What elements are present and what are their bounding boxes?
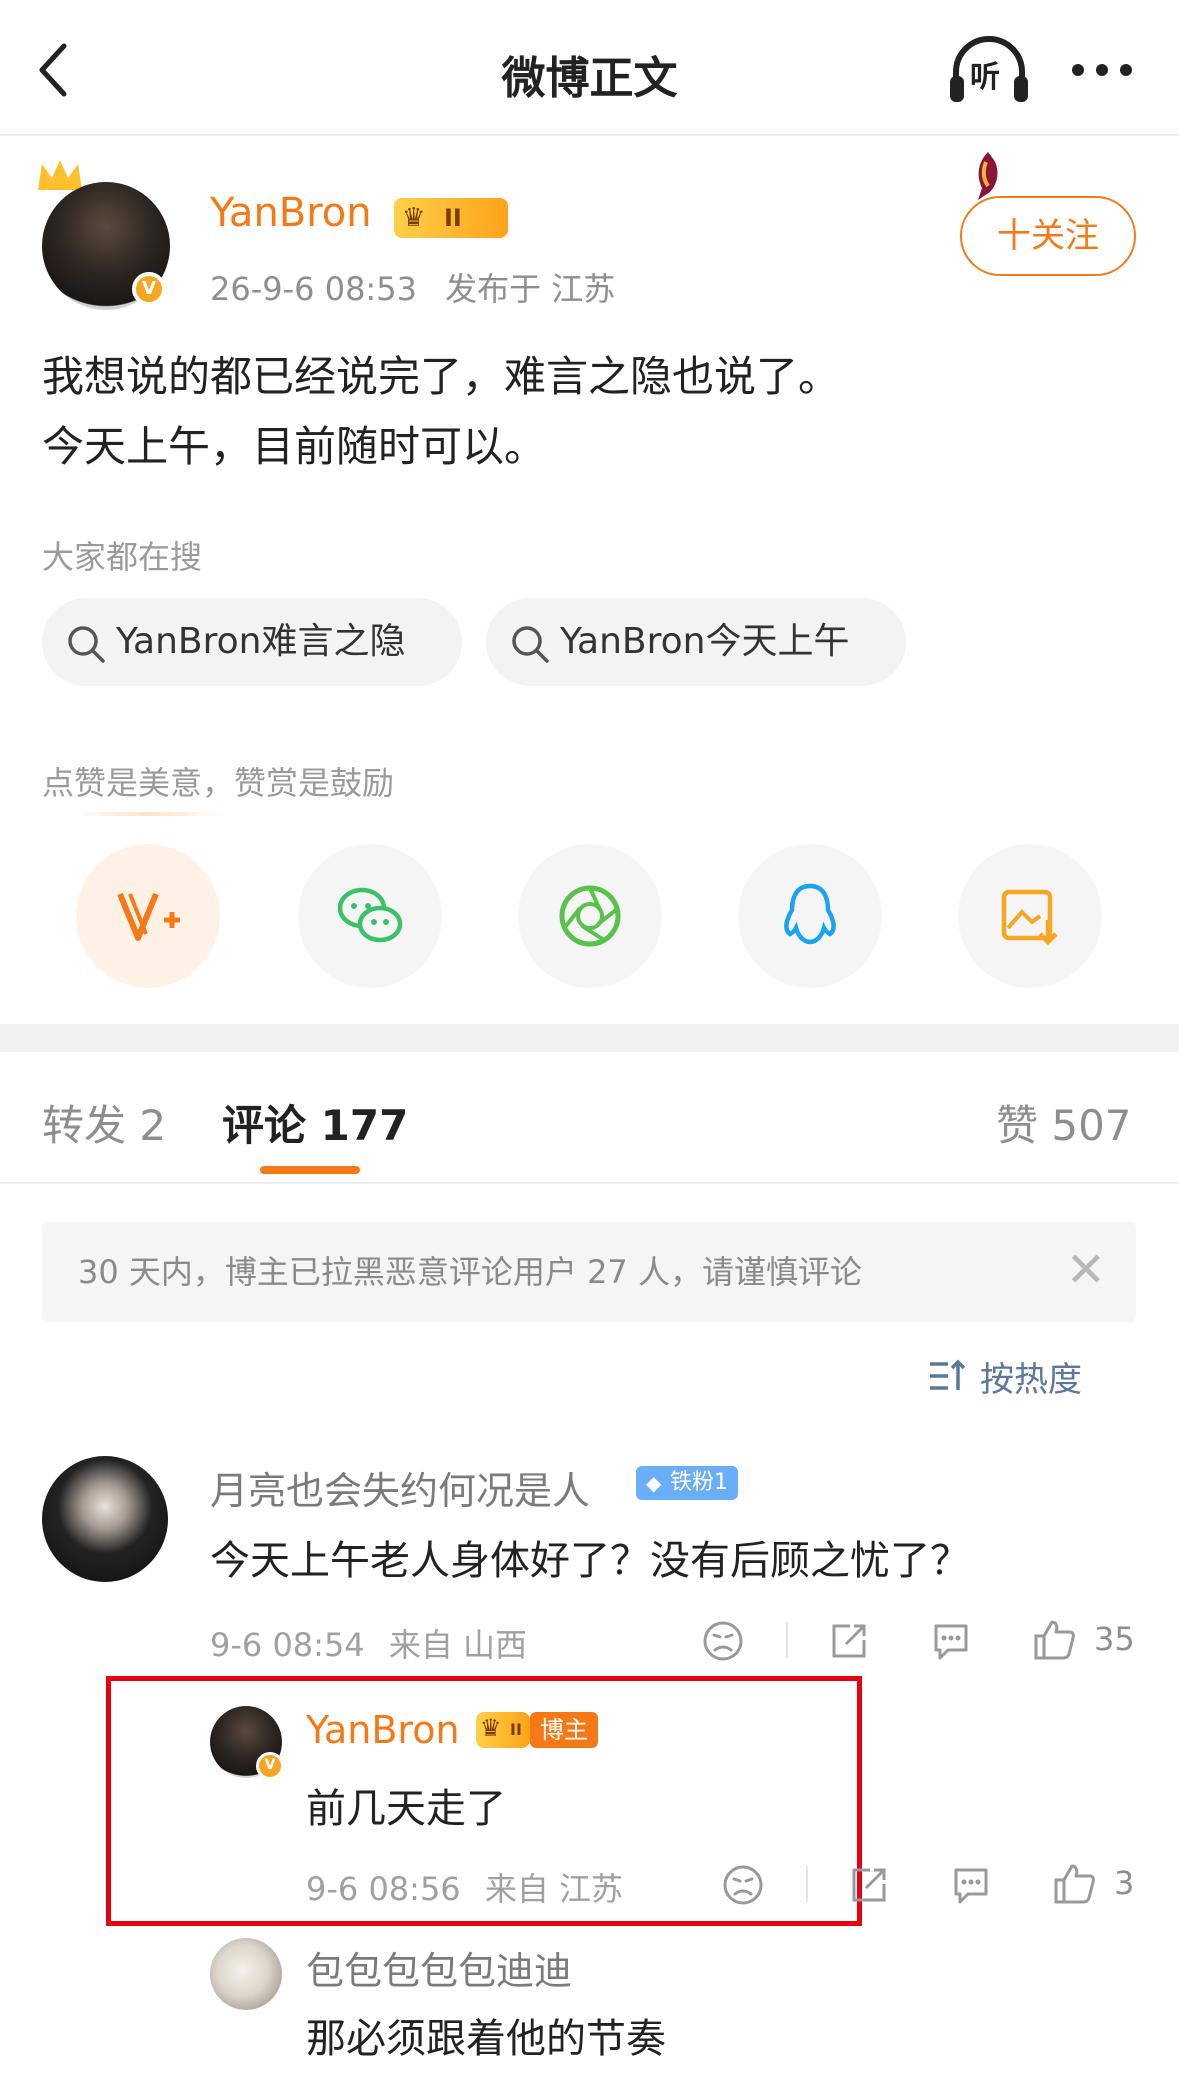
wechat-icon <box>337 887 403 943</box>
post-location: 发布于 江苏 <box>445 270 616 308</box>
search-section-label: 大家都在搜 <box>42 538 203 576</box>
search-icon <box>68 626 105 663</box>
reply-meta: 9-6 08:56 来自 江苏 <box>306 1870 624 1908</box>
verified-icon: V <box>256 1752 284 1780</box>
active-tab-indicator <box>260 1166 360 1174</box>
reply-author[interactable]: 包包包包包迪迪 <box>306 1940 572 1995</box>
vip-badge: ♛ II <box>394 198 508 238</box>
tab-like[interactable]: 赞 507 <box>996 1092 1132 1153</box>
search-icon <box>512 626 549 663</box>
top-bar: 微博正文 听 <box>0 0 1179 136</box>
reply-text: 前几天走了 <box>306 1786 506 1832</box>
reply-icon[interactable] <box>930 1620 972 1662</box>
more-icon[interactable] <box>1070 62 1134 78</box>
host-badge: 博主 <box>530 1712 598 1748</box>
share-icon[interactable] <box>848 1864 890 1906</box>
search-chip[interactable]: YanBron今天上午 <box>486 598 906 686</box>
post-text: 我想说的都已经说完了，难言之隐也说了。 今天上午，目前随时可以。 <box>42 352 841 471</box>
like-icon[interactable] <box>1052 1862 1096 1906</box>
crown-icon: ♛ <box>480 1714 502 1742</box>
action-divider <box>806 1866 808 1902</box>
wechat-share-button[interactable] <box>298 844 442 988</box>
listen-button[interactable]: 听 <box>948 34 1030 106</box>
save-image-icon <box>1001 889 1058 946</box>
sort-label: 按热度 <box>980 1360 1082 1400</box>
section-divider <box>0 1024 1179 1052</box>
author-name[interactable]: YanBron <box>210 190 372 236</box>
reply-icon[interactable] <box>950 1864 992 1906</box>
fan-badge: 铁粉1 <box>636 1466 738 1500</box>
tab-comment[interactable]: 评论 177 <box>222 1092 408 1153</box>
moments-icon <box>559 885 621 947</box>
comment-avatar[interactable] <box>42 1456 168 1582</box>
close-icon[interactable]: ✕ <box>1066 1222 1106 1318</box>
post-meta: 26-9-6 08:53 发布于 江苏 <box>210 264 615 310</box>
crown-icon: ♛ <box>402 203 426 233</box>
reply-author[interactable]: YanBron <box>306 1708 460 1752</box>
post-time: 26-9-6 08:53 <box>210 270 417 308</box>
like-icon[interactable] <box>1032 1618 1076 1662</box>
listen-label: 听 <box>970 60 1000 95</box>
qq-icon <box>784 883 836 945</box>
comment-meta: 9-6 08:54 来自 山西 <box>210 1626 528 1664</box>
reward-button[interactable] <box>76 844 220 988</box>
moments-share-button[interactable] <box>518 844 662 988</box>
reply-text: 那必须跟着他的节奏 <box>306 2016 666 2062</box>
notice-text: 30 天内，博主已拉黑恶意评论用户 27 人，请谨慎评论 <box>78 1253 862 1291</box>
tabs-border <box>0 1182 1179 1184</box>
action-divider <box>786 1622 788 1658</box>
reward-indicator <box>74 812 224 816</box>
dislike-icon[interactable] <box>722 1864 764 1906</box>
verified-icon: V <box>132 272 166 306</box>
follow-button[interactable]: 十关注 <box>960 196 1136 276</box>
reward-label: 点赞是美意，赞赏是鼓励 <box>42 764 395 802</box>
save-image-button[interactable] <box>958 844 1102 988</box>
vip-badge: ♛ II <box>476 1712 530 1748</box>
tab-repost[interactable]: 转发 2 <box>42 1092 166 1153</box>
share-icon[interactable] <box>828 1620 870 1662</box>
qq-share-button[interactable] <box>738 844 882 988</box>
like-count: 35 <box>1094 1620 1135 1658</box>
comment-author[interactable]: 月亮也会失约何况是人 <box>210 1460 590 1515</box>
block-notice: 30 天内，博主已拉黑恶意评论用户 27 人，请谨慎评论 ✕ <box>42 1222 1136 1322</box>
reply-avatar[interactable] <box>210 1938 282 2010</box>
dislike-icon[interactable] <box>702 1620 744 1662</box>
sort-icon <box>930 1359 966 1390</box>
sort-button[interactable]: 按热度 <box>930 1352 1082 1401</box>
vplus-icon <box>117 892 180 941</box>
like-count: 3 <box>1114 1864 1135 1902</box>
search-chip[interactable]: YanBron难言之隐 <box>42 598 462 686</box>
comment-text: 今天上午老人身体好了？没有后顾之忧了？ <box>210 1538 970 1584</box>
